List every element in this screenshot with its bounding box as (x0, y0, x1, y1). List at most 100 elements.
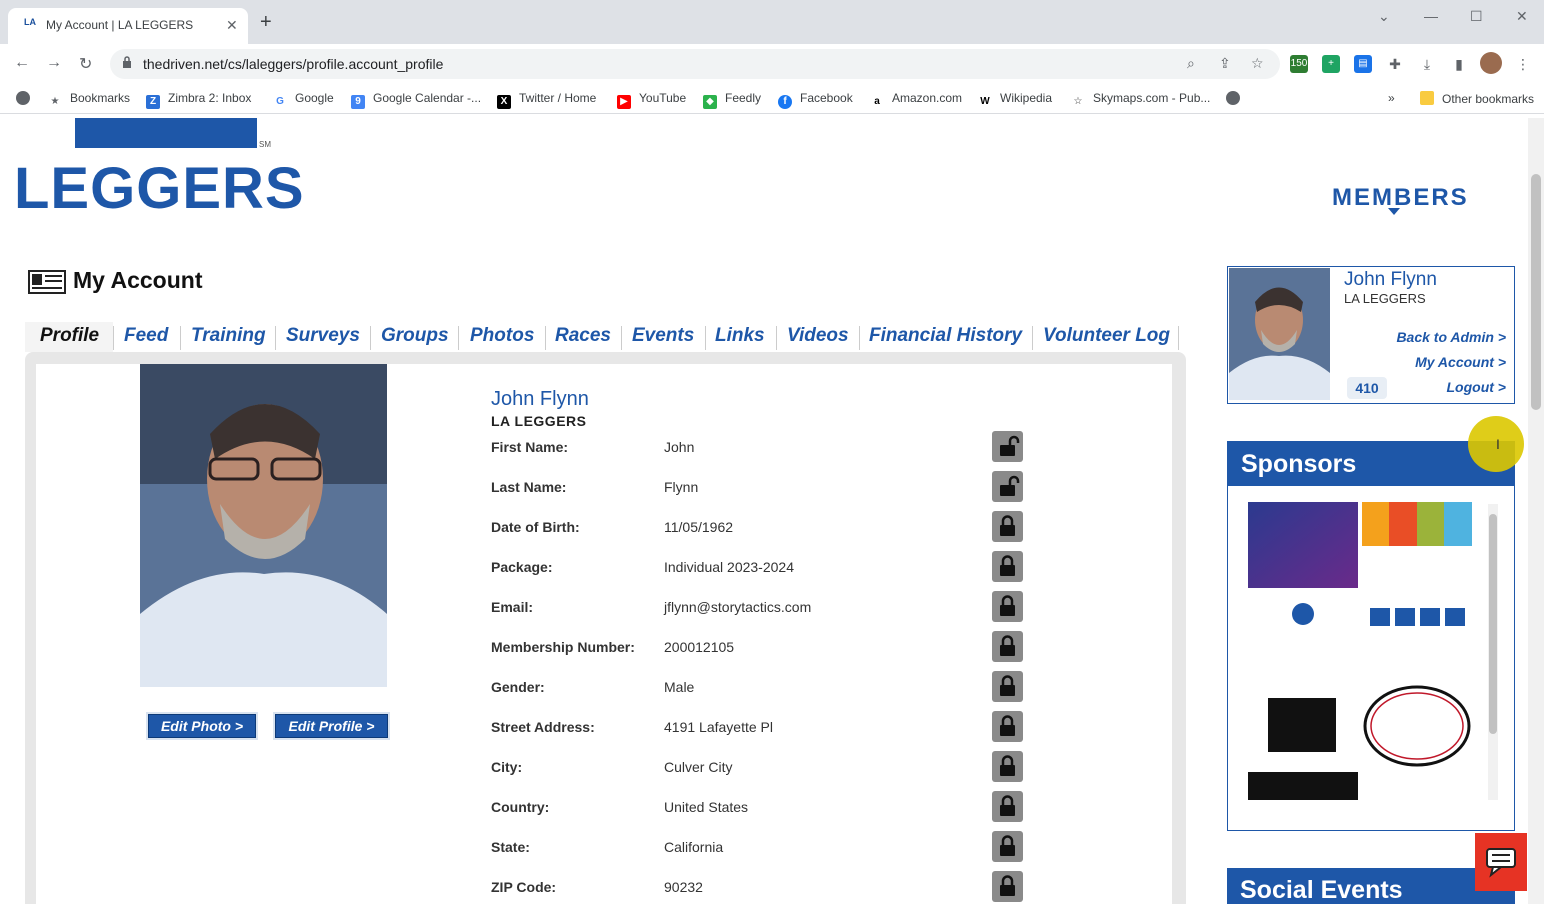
paul-seth-pt-sponsor-logo[interactable] (1268, 698, 1336, 752)
field-value: Male (664, 679, 695, 695)
lock-icon[interactable] (992, 791, 1023, 822)
more-bookmarks-icon[interactable]: » (1388, 91, 1395, 105)
lock-icon[interactable] (992, 511, 1023, 542)
kind-sponsor-logo[interactable] (1362, 502, 1472, 588)
field-label: Membership Number: (491, 639, 635, 655)
twitter-icon: X (497, 95, 511, 109)
zimbra-icon: Z (146, 95, 160, 109)
malibu-sponsor-logo[interactable] (1248, 502, 1358, 588)
bookmark-item[interactable]: X Twitter / Home (497, 91, 596, 109)
tab-volunteer-log[interactable]: Volunteer Log (1043, 322, 1170, 352)
my-account-link[interactable]: My Account > (1415, 354, 1506, 370)
menu-kebab-icon[interactable]: ⋮ (1514, 55, 1532, 73)
minimize-button[interactable]: — (1424, 8, 1438, 24)
bookmark-item[interactable]: ★ Bookmarks (48, 91, 130, 109)
extension-plus-icon[interactable]: + (1322, 55, 1340, 73)
tab-title: My Account | LA LEGGERS (46, 18, 194, 32)
new-tab-button[interactable]: + (260, 12, 272, 32)
tab-events[interactable]: Events (632, 322, 694, 352)
sponsor-logo-partial[interactable] (1248, 772, 1358, 800)
lock-icon[interactable] (992, 831, 1023, 862)
extensions-puzzle-icon[interactable]: ✚ (1386, 55, 1404, 73)
page-scrollbar[interactable] (1528, 118, 1544, 904)
reload-icon[interactable]: ↻ (79, 54, 92, 74)
lock-icon[interactable] (992, 871, 1023, 902)
edit-profile-button[interactable]: Edit Profile > (275, 714, 388, 738)
bookmark-item[interactable]: ◆ Feedly (703, 91, 761, 109)
tab-profile[interactable]: Profile (25, 322, 113, 352)
field-value: Flynn (664, 479, 699, 495)
members-arrow-icon (1388, 208, 1400, 215)
sponsors-scrollbar[interactable] (1488, 504, 1498, 800)
field-value: 90232 (664, 879, 703, 895)
field-value: Culver City (664, 759, 733, 775)
field-label: Street Address: (491, 719, 595, 735)
profile-avatar[interactable] (1480, 52, 1502, 74)
unlock-icon[interactable] (992, 431, 1023, 462)
tab-surveys[interactable]: Surveys (286, 322, 360, 352)
lock-icon[interactable] (992, 631, 1023, 662)
web-icon[interactable] (16, 91, 38, 106)
back-arrow-icon[interactable]: ← (14, 54, 30, 72)
side-panel-icon[interactable]: ▮ (1450, 55, 1468, 73)
tab-financial-history[interactable]: Financial History (869, 322, 1022, 352)
edit-photo-button[interactable]: Edit Photo > (148, 714, 256, 738)
field-label: Country: (491, 799, 550, 815)
field-value: 4191 Lafayette Pl (664, 719, 773, 735)
close-window-button[interactable]: ✕ (1516, 8, 1528, 25)
bookmark-item[interactable]: 9 Google Calendar -... (351, 91, 481, 109)
other-bookmarks[interactable]: Other bookmarks (1420, 91, 1534, 106)
bookmark-item[interactable]: Z Zimbra 2: Inbox (146, 91, 251, 109)
web-icon[interactable] (1226, 91, 1248, 106)
logout-link[interactable]: Logout > (1447, 379, 1507, 395)
lock-icon[interactable] (992, 551, 1023, 582)
tab-videos[interactable]: Videos (787, 322, 849, 352)
sponsors-title: Sponsors (1241, 450, 1357, 478)
western-bagel-sponsor-logo[interactable] (1362, 685, 1472, 767)
bookmark-item[interactable]: W Wikipedia (978, 91, 1052, 109)
field-label: ZIP Code: (491, 879, 557, 895)
bookmark-item[interactable]: f Facebook (778, 91, 853, 109)
sponsors-scroll-thumb[interactable] (1489, 514, 1497, 734)
kool-n-fit-sponsor-logo[interactable] (1248, 602, 1358, 678)
field-value: 200012105 (664, 639, 735, 655)
tab-feed[interactable]: Feed (124, 322, 168, 352)
la-sports-massage-sponsor-logo[interactable] (1368, 606, 1468, 666)
lock-icon[interactable] (992, 671, 1023, 702)
tab-photos[interactable]: Photos (470, 322, 534, 352)
tab-training[interactable]: Training (191, 322, 266, 352)
bookmark-item[interactable]: G Google (273, 91, 334, 109)
site-logo[interactable]: LEGGERS (14, 160, 305, 218)
lock-icon[interactable] (992, 591, 1023, 622)
extension-reader-icon[interactable]: ▤ (1354, 55, 1372, 73)
bookmark-item[interactable]: ▶ YouTube (617, 91, 686, 109)
points-badge: 410 (1347, 377, 1387, 399)
chat-button[interactable] (1475, 833, 1527, 891)
unlock-icon[interactable] (992, 471, 1023, 502)
forward-arrow-icon[interactable]: → (46, 54, 62, 72)
download-icon[interactable]: ⤓ (1418, 55, 1436, 73)
lock-icon[interactable] (992, 711, 1023, 742)
zoom-icon[interactable]: ⌕ (1187, 55, 1195, 72)
maximize-button[interactable]: ☐ (1470, 8, 1483, 25)
bookmark-item[interactable]: ☆ Skymaps.com - Pub... (1071, 91, 1210, 109)
logo-top-bar (75, 118, 257, 148)
text-cursor-icon: I (1496, 436, 1500, 452)
profile-field-row: Street Address: 4191 Lafayette Pl (491, 711, 1031, 759)
tab-search-icon[interactable]: ⌄ (1378, 8, 1390, 25)
tab-races[interactable]: Races (555, 322, 611, 352)
address-bar[interactable]: thedriven.net/cs/laleggers/profile.accou… (110, 49, 1280, 79)
feedly-icon: ◆ (703, 95, 717, 109)
bookmark-item[interactable]: a Amazon.com (870, 91, 962, 109)
close-tab-icon[interactable]: ✕ (226, 17, 238, 34)
extension-counter-icon[interactable]: 150 (1290, 55, 1308, 73)
page-scroll-thumb[interactable] (1531, 174, 1541, 410)
tab-links[interactable]: Links (715, 322, 765, 352)
share-icon[interactable]: ⇪ (1219, 55, 1231, 72)
browser-tab[interactable]: LA My Account | LA LEGGERS ✕ (8, 8, 248, 44)
tab-groups[interactable]: Groups (381, 322, 449, 352)
lock-icon[interactable] (992, 751, 1023, 782)
bookmark-star-icon[interactable]: ☆ (1251, 55, 1264, 72)
back-to-admin-link[interactable]: Back to Admin > (1396, 329, 1506, 345)
id-card-icon (28, 270, 66, 294)
